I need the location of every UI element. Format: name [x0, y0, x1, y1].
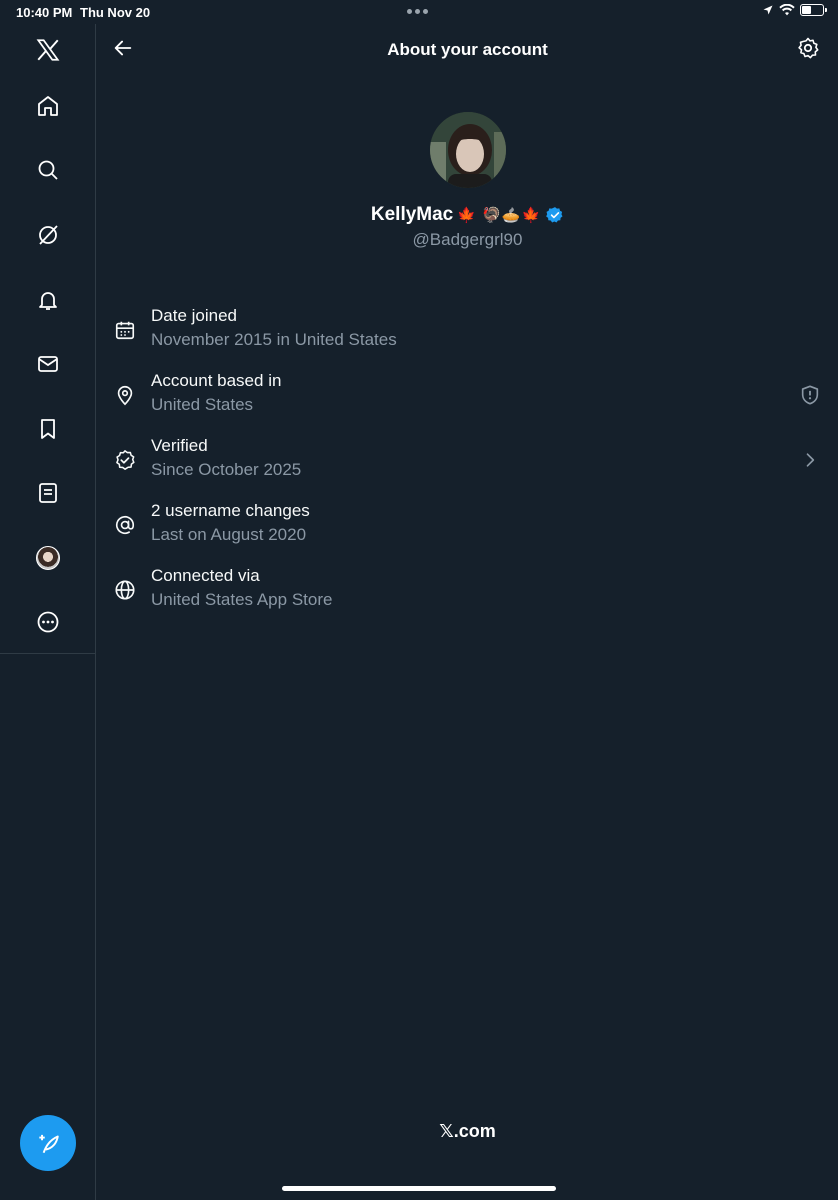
globe-icon [113, 578, 137, 602]
info-subtitle: Since October 2025 [151, 460, 302, 479]
info-username-changes: 2 username changes Last on August 2020 [97, 501, 838, 561]
page-title: About your account [387, 40, 548, 59]
search-icon[interactable] [30, 152, 66, 188]
display-name: KellyMac [370, 204, 454, 225]
username-handle: @Badgergrl90 [412, 230, 523, 249]
info-title: Connected via [151, 566, 260, 585]
chevron-right-icon[interactable] [798, 448, 822, 472]
status-date: Thu Nov 20 [80, 5, 151, 20]
info-account-based-in: Account based in United States [97, 371, 838, 431]
bell-icon[interactable] [30, 282, 66, 318]
list-icon[interactable] [30, 475, 66, 511]
info-title: 2 username changes [151, 501, 310, 520]
more-icon[interactable] [30, 604, 66, 640]
compose-button[interactable] [20, 1115, 76, 1171]
mail-icon[interactable] [30, 346, 66, 382]
at-sign-icon [113, 513, 137, 537]
grok-icon[interactable] [30, 217, 66, 253]
sidebar [0, 24, 96, 1200]
info-subtitle: November 2015 in United States [151, 330, 397, 349]
battery-icon [800, 4, 827, 16]
avatar [36, 546, 60, 570]
verified-badge-icon [546, 206, 564, 224]
x-logo-icon[interactable] [30, 32, 66, 68]
sidebar-divider [0, 653, 96, 654]
status-bar: 10:40 PM Thu Nov 20 [0, 0, 838, 24]
settings-button[interactable] [794, 34, 822, 62]
status-indicators [762, 4, 827, 16]
info-verified[interactable]: Verified Since October 2025 [97, 436, 838, 496]
location-pin-icon [113, 383, 137, 407]
info-title: Date joined [151, 306, 238, 325]
compose-icon [39, 1134, 59, 1154]
shield-alert-icon[interactable] [798, 383, 822, 407]
location-arrow-icon [763, 5, 773, 15]
info-subtitle: United States App Store [151, 590, 333, 609]
info-date-joined: Date joined November 2015 in United Stat… [97, 306, 838, 366]
info-subtitle: Last on August 2020 [151, 525, 307, 544]
verified-check-icon [113, 448, 137, 472]
profile-avatar-large[interactable] [428, 110, 508, 190]
status-time: 10:40 PM [16, 5, 73, 20]
display-name-row: KellyMac 🍁 🦃🥧🍁 [97, 204, 838, 226]
info-title: Verified [151, 436, 208, 455]
name-emojis: 🍁 🦃🥧🍁 [457, 207, 542, 224]
header: About your account [97, 24, 838, 76]
home-icon[interactable] [30, 88, 66, 124]
x-com-footer-logo: 𝕏.com [439, 1121, 496, 1141]
info-connected-via: Connected via United States App Store [97, 566, 838, 626]
wifi-icon [779, 4, 795, 16]
multitasking-dots-icon[interactable] [407, 9, 428, 14]
home-indicator[interactable] [282, 1186, 556, 1191]
profile-avatar[interactable] [30, 540, 66, 576]
gear-icon [798, 37, 819, 59]
bookmark-icon[interactable] [30, 411, 66, 447]
info-subtitle: United States [151, 395, 254, 414]
calendar-icon [113, 318, 137, 342]
info-title: Account based in [151, 371, 282, 390]
